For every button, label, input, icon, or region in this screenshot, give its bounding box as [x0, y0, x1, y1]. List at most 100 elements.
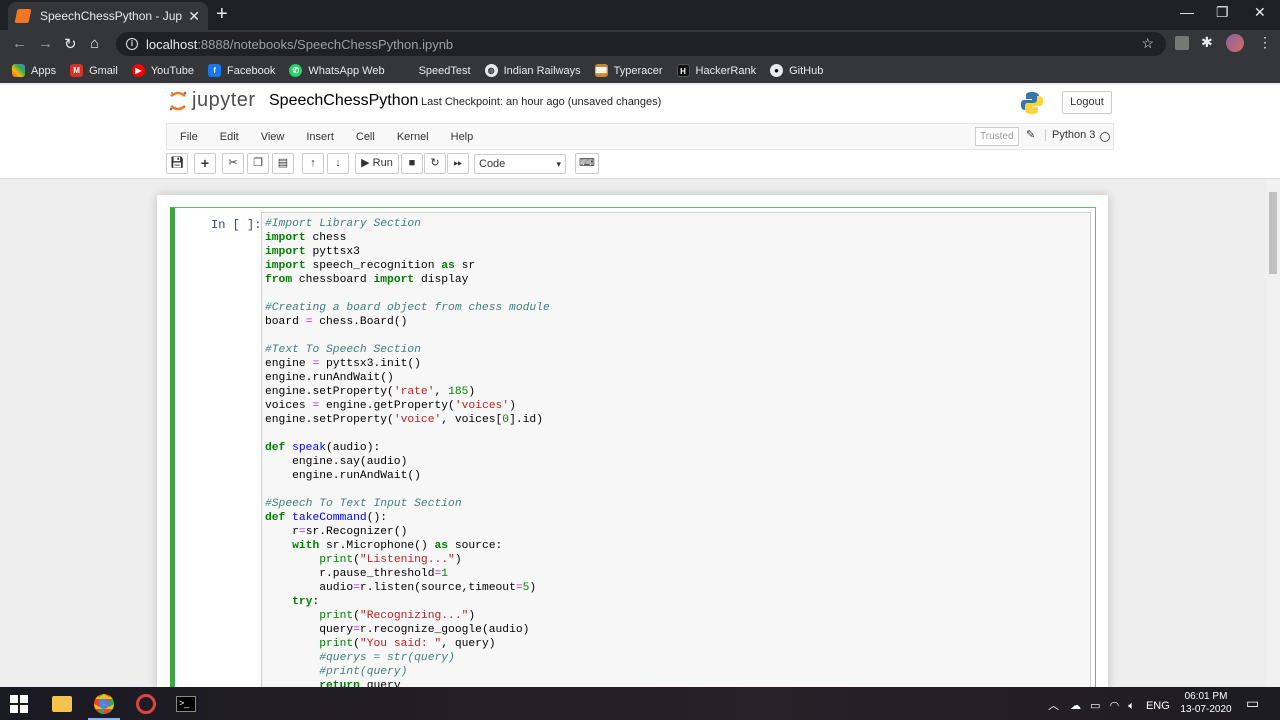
jupyter-header: jupyter SpeechChessPython Last Checkpoin…: [0, 85, 1280, 123]
paste-button[interactable]: ▤: [272, 153, 294, 174]
notifications-icon[interactable]: ▭: [1246, 695, 1259, 712]
bookmark-apps[interactable]: Apps: [12, 64, 56, 77]
battery-icon[interactable]: ▭: [1090, 700, 1100, 712]
trusted-badge[interactable]: Trusted: [975, 127, 1019, 146]
hackerrank-icon: H: [676, 64, 690, 77]
bookmark-star-icon[interactable]: ☆: [1141, 35, 1154, 52]
bookmark-speedtest[interactable]: SpeedTest: [419, 65, 471, 77]
apps-grid-icon: [12, 64, 25, 77]
file-explorer-icon[interactable]: [52, 696, 72, 712]
restart-button[interactable]: ↻: [424, 153, 446, 174]
code-line: #print(query): [319, 666, 408, 678]
run-button[interactable]: ▶︎ Run: [355, 153, 399, 174]
bookmark-youtube[interactable]: ▶ YouTube: [131, 64, 195, 77]
jupyter-logo[interactable]: jupyter: [168, 89, 256, 112]
onedrive-cloud-icon[interactable]: ☁: [1070, 700, 1081, 712]
bookmark-indian-railways[interactable]: ◍ Indian Railways: [484, 64, 581, 77]
notebook-name[interactable]: SpeechChessPython: [269, 92, 418, 110]
logout-button[interactable]: Logout: [1062, 91, 1112, 114]
code-line: engine.runAndWait(): [265, 372, 394, 384]
address-toolbar: ← → ↻ ⌂ i localhost:8888/notebooks/Speec…: [0, 30, 1280, 58]
show-hidden-icons-icon[interactable]: ︿: [1048, 700, 1059, 712]
scrollbar-thumb[interactable]: [1269, 192, 1277, 274]
close-tab-icon[interactable]: ✕: [188, 8, 200, 25]
save-button[interactable]: 💾︎: [166, 153, 188, 174]
fast-forward-icon: ⏩︎: [453, 157, 463, 169]
bookmark-typeracer[interactable]: ⌨ Typeracer: [594, 64, 663, 77]
wifi-icon[interactable]: ◠: [1110, 700, 1120, 712]
reload-icon[interactable]: ↻: [64, 35, 77, 53]
menu-insert[interactable]: Insert: [295, 131, 345, 143]
bookmark-facebook[interactable]: f Facebook: [208, 64, 275, 77]
save-icon: 💾︎: [170, 157, 184, 169]
copy-button[interactable]: ❐: [247, 153, 269, 174]
new-tab-button[interactable]: +: [216, 4, 228, 24]
edit-mode-pencil-icon: ✎: [1026, 129, 1036, 141]
bookmark-whatsapp[interactable]: ✆ WhatsApp Web: [289, 64, 385, 77]
arrow-down-icon: ↓: [335, 157, 341, 169]
terminal-icon[interactable]: >_: [176, 696, 196, 712]
minimize-icon[interactable]: —: [1180, 4, 1194, 20]
cell-type-select[interactable]: Code ▾: [474, 154, 566, 174]
profile-avatar[interactable]: [1226, 34, 1244, 52]
menu-help[interactable]: Help: [440, 131, 485, 143]
code-line: voices = engine.getProperty('voices'): [265, 400, 516, 412]
gmail-icon: M: [70, 64, 84, 77]
bookmark-label: SpeedTest: [418, 64, 471, 77]
kernel-name[interactable]: Python 3: [1045, 129, 1095, 141]
code-line: import speech_recognition as sr: [265, 260, 476, 272]
python-logo-icon: [1021, 92, 1043, 114]
bookmark-label: YouTube: [150, 64, 195, 77]
code-line: import chess: [265, 232, 347, 244]
bookmark-hackerrank[interactable]: H HackerRank: [676, 64, 756, 77]
site-info-icon[interactable]: i: [126, 38, 138, 50]
code-line: query=r.recognize_google(audio): [265, 624, 530, 636]
more-menu-icon[interactable]: ⋮: [1258, 34, 1272, 51]
menu-view[interactable]: View: [250, 131, 296, 143]
code-line: def takeCommand():: [265, 512, 388, 524]
command-palette-button[interactable]: ⌨: [575, 153, 599, 174]
arrow-up-icon: ↑: [310, 157, 316, 169]
chevron-down-icon: ▾: [556, 159, 561, 169]
insert-cell-button[interactable]: +: [194, 153, 216, 174]
browser-tab[interactable]: SpeechChessPython - Jupyter Ne ✕: [8, 2, 208, 30]
extensions-puzzle-icon[interactable]: ✱: [1201, 34, 1213, 51]
menu-cell[interactable]: Cell: [345, 131, 386, 143]
page-scrollbar[interactable]: [1266, 180, 1280, 687]
bookmark-label: Facebook: [227, 64, 276, 77]
menu-edit[interactable]: Edit: [209, 131, 250, 143]
code-line: def speak(audio):: [265, 442, 381, 454]
clock[interactable]: 06:01 PM 13-07-2020: [1176, 690, 1236, 716]
notebook-menubar: File Edit View Insert Cell Kernel Help T…: [0, 123, 1280, 151]
move-down-button[interactable]: ↓: [327, 153, 349, 174]
windows-start-icon[interactable]: [10, 695, 28, 713]
menu-file[interactable]: File: [169, 131, 209, 143]
code-line: engine.runAndWait(): [265, 470, 421, 482]
code-line: import pyttsx3: [265, 246, 360, 258]
media-app-icon[interactable]: [136, 694, 156, 714]
home-icon[interactable]: ⌂: [90, 35, 99, 52]
run-label: Run: [372, 157, 393, 169]
chrome-icon[interactable]: [94, 694, 114, 714]
close-window-icon[interactable]: ✕: [1254, 4, 1266, 21]
url-input[interactable]: i localhost:8888/notebooks/SpeechChessPy…: [116, 32, 1166, 56]
windows-taskbar: >_ ︿ ☁ ▭ ◠ 🔈︎ ENG 06:01 PM 13-07-2020 ▭: [0, 687, 1280, 720]
menu-kernel[interactable]: Kernel: [386, 131, 440, 143]
restart-run-all-button[interactable]: ⏩︎: [447, 153, 469, 174]
extension-icon[interactable]: [1175, 36, 1189, 50]
bookmark-github[interactable]: ● GitHub: [770, 64, 823, 77]
move-up-button[interactable]: ↑: [302, 153, 324, 174]
interrupt-button[interactable]: ■: [401, 153, 423, 174]
bookmarks-bar: Apps M Gmail ▶ YouTube f Facebook ✆ WhatsApp…: [0, 58, 1280, 83]
facebook-icon: f: [208, 64, 222, 77]
forward-icon[interactable]: →: [38, 35, 53, 52]
bookmark-gmail[interactable]: M Gmail: [70, 64, 118, 77]
maximize-icon[interactable]: ❐: [1216, 4, 1229, 21]
back-icon[interactable]: ←: [12, 35, 27, 52]
language-indicator[interactable]: ENG: [1146, 700, 1170, 712]
volume-icon[interactable]: 🔈︎: [1128, 700, 1135, 712]
notebook-toolbar: 💾︎ + ✂ ❐ ▤ ↑ ↓ ▶︎ Run ■ ↻ ⏩︎ Code ▾ ⌨: [0, 151, 1280, 179]
jupyter-favicon-icon: [14, 9, 32, 23]
cut-button[interactable]: ✂: [222, 153, 244, 174]
